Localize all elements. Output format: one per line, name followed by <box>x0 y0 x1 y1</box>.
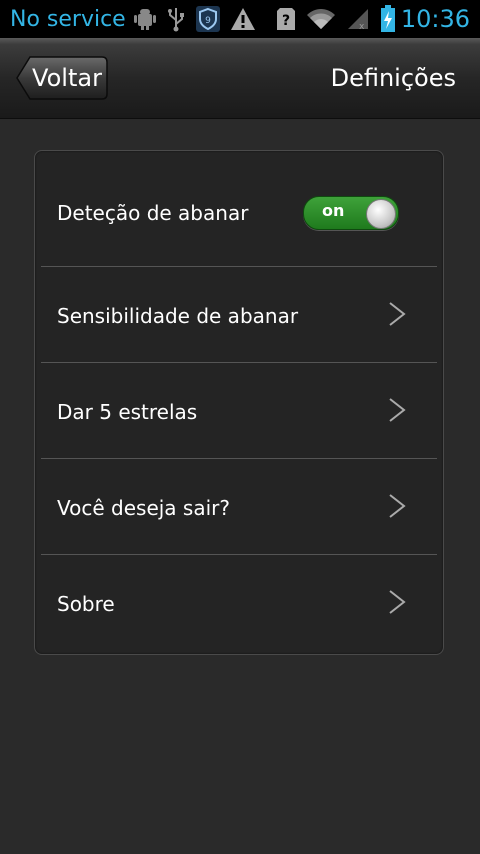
title-bar: Voltar Definições <box>0 38 480 119</box>
status-bar: No service 9 ? x 10:36 <box>0 0 480 38</box>
list-item-label: Dar 5 estrelas <box>57 400 198 424</box>
list-item-exit[interactable]: Você deseja sair? <box>41 459 437 554</box>
svg-text:?: ? <box>282 13 290 29</box>
unknown-sim-icon: ? <box>276 7 296 31</box>
chevron-right-icon <box>387 589 407 619</box>
back-button-label: Voltar <box>32 64 102 92</box>
page-title: Definições <box>330 64 456 92</box>
shield-app-icon: 9 <box>195 6 220 32</box>
list-item-about[interactable]: Sobre <box>41 555 437 653</box>
signal-icon: x <box>346 7 370 31</box>
status-icons: 9 ? x <box>133 5 396 33</box>
shake-detection-label: Deteção de abanar <box>57 201 249 225</box>
back-button[interactable]: Voltar <box>16 56 108 100</box>
list-item-label: Sensibilidade de abanar <box>57 304 299 328</box>
chevron-right-icon <box>387 301 407 331</box>
chevron-right-icon <box>387 397 407 427</box>
shake-detection-row: Deteção de abanar on <box>41 151 437 266</box>
battery-charging-icon <box>380 5 396 33</box>
chevron-right-icon <box>387 493 407 523</box>
settings-card: Deteção de abanar on Sensibilidade de ab… <box>34 150 444 655</box>
carrier-label: No service <box>10 6 126 32</box>
list-item-sensitivity[interactable]: Sensibilidade de abanar <box>41 267 437 362</box>
list-item-rate[interactable]: Dar 5 estrelas <box>41 363 437 458</box>
svg-text:x: x <box>359 22 365 31</box>
usb-icon <box>166 6 186 32</box>
clock: 10:36 <box>400 5 470 33</box>
android-debug-icon <box>133 7 156 31</box>
wifi-icon <box>306 7 336 31</box>
list-item-label: Sobre <box>57 592 115 616</box>
toggle-state-label: on <box>322 201 345 220</box>
svg-text:9: 9 <box>205 16 211 26</box>
list-item-label: Você deseja sair? <box>57 496 230 520</box>
toggle-knob <box>366 199 396 229</box>
warning-icon <box>230 7 256 31</box>
shake-detection-toggle[interactable]: on <box>303 196 399 230</box>
